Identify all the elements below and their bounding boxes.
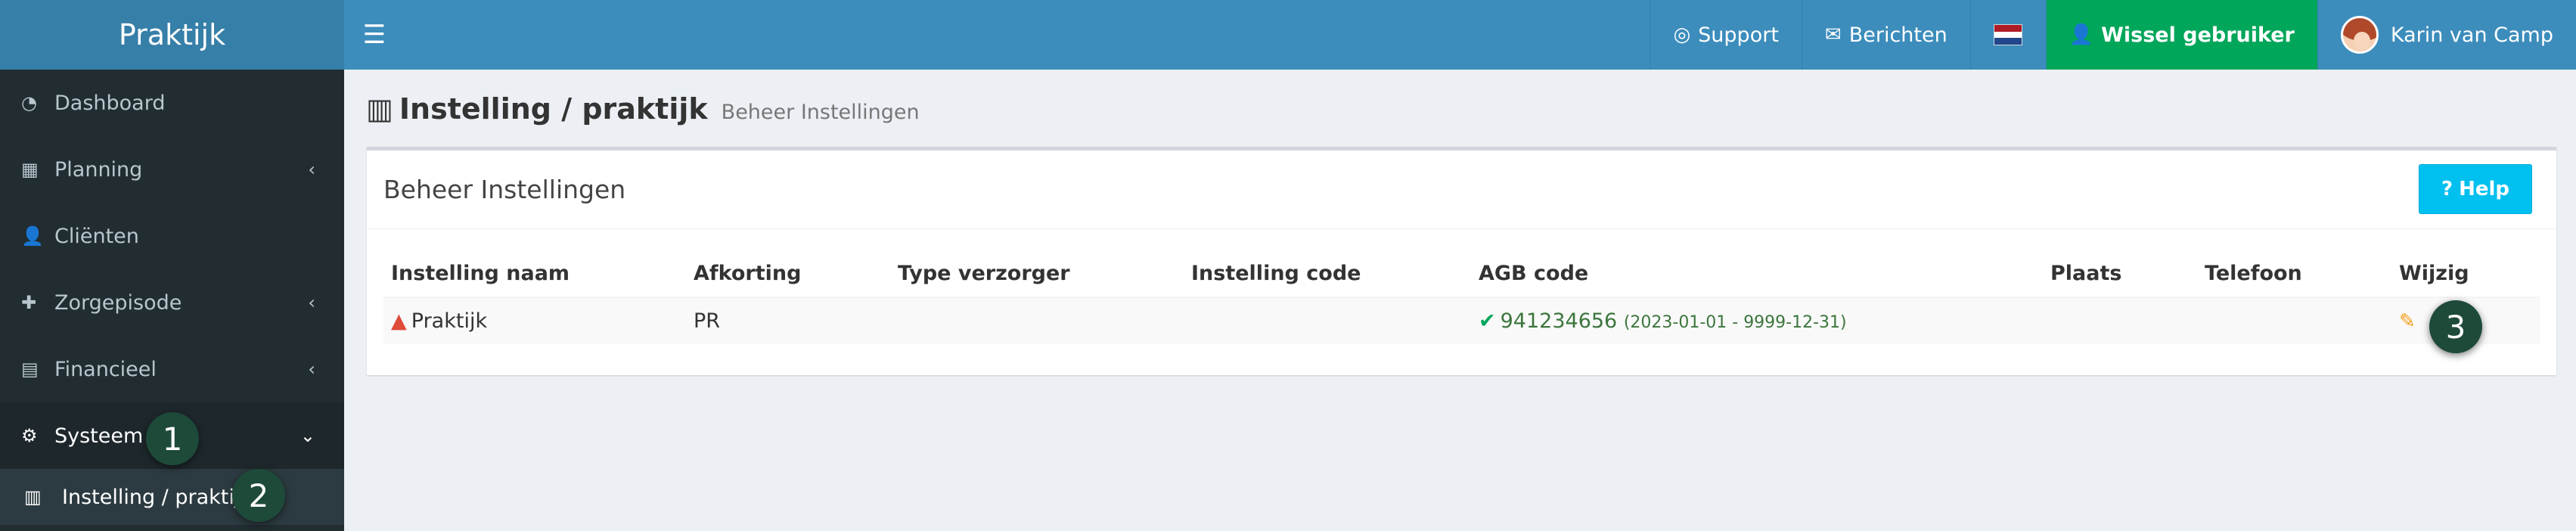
cell-agb: ✔ 941234656 (2023-01-01 - 9999-12-31) xyxy=(1471,297,2043,344)
chevron-down-icon: ⌄ xyxy=(299,425,315,446)
table-header-row: Instelling naam Afkorting Type verzorger… xyxy=(383,250,2540,298)
lifebuoy-icon: ◎ xyxy=(1673,23,1691,46)
column-header: Instelling naam xyxy=(383,250,686,298)
table-row: ▲ Praktijk PR ✔ 941234656 (2023-01-01 - 99… xyxy=(383,297,2540,344)
column-header: Telefoon xyxy=(2197,250,2391,298)
warning-icon: ▲ xyxy=(391,309,407,333)
chevron-left-icon: ‹ xyxy=(308,159,315,180)
question-circle-icon: ? xyxy=(2441,178,2453,200)
top-navbar: ☰ ◎ Support ✉ Berichten 👤 Wissel gebruik… xyxy=(344,0,2576,70)
step-badge-3: 3 xyxy=(2429,300,2482,353)
agb-validity-range: (2023-01-01 - 9999-12-31) xyxy=(1623,313,1847,332)
switch-user-button[interactable]: 👤 Wissel gebruiker xyxy=(2045,0,2317,70)
building-icon: ▥ xyxy=(24,486,42,508)
user-name: Karin van Camp xyxy=(2390,23,2553,47)
sidebar-item-label: Financieel xyxy=(54,357,157,381)
column-header: Wijzig xyxy=(2391,250,2540,298)
sidebar-item-zorgepisode[interactable]: ✚ Zorgepisode ‹ xyxy=(0,269,344,336)
box-header: Beheer Instellingen ? Help xyxy=(367,151,2556,229)
step-badge-2: 2 xyxy=(232,469,285,522)
sidebar-toggle-icon[interactable]: ☰ xyxy=(344,0,405,70)
topnav-right: ◎ Support ✉ Berichten 👤 Wissel gebruiker… xyxy=(1650,0,2576,70)
institution-name: Praktijk xyxy=(411,309,488,333)
netherlands-flag-icon xyxy=(1994,24,2023,45)
agb-code: 941234656 xyxy=(1500,309,1618,333)
messages-label: Berichten xyxy=(1848,23,1948,47)
book-icon: ▤ xyxy=(21,359,39,380)
user-icon: 👤 xyxy=(21,225,44,247)
support-label: Support xyxy=(1698,23,1779,47)
step-badge-1: 1 xyxy=(146,412,199,465)
cell-phone xyxy=(2197,297,2391,344)
chevron-left-icon: ‹ xyxy=(308,359,315,380)
column-header: Plaats xyxy=(2043,250,2197,298)
support-link[interactable]: ◎ Support xyxy=(1650,0,1801,70)
column-header: AGB code xyxy=(1471,250,2043,298)
user-menu[interactable]: Karin van Camp xyxy=(2317,0,2576,70)
institutions-table: Instelling naam Afkorting Type verzorger… xyxy=(383,250,2540,344)
cell-place xyxy=(2043,297,2197,344)
calendar-icon: ▦ xyxy=(21,159,39,180)
sidebar-item-label: Zorgepisode xyxy=(54,290,182,315)
sidebar-item-label: Dashboard xyxy=(54,91,166,115)
sidebar-item-dashboard[interactable]: ◔ Dashboard xyxy=(0,70,344,136)
box-title: Beheer Instellingen xyxy=(383,175,626,204)
medkit-icon: ✚ xyxy=(21,292,37,313)
pencil-icon[interactable]: ✎ xyxy=(2399,310,2416,333)
help-label: Help xyxy=(2459,178,2509,200)
sidebar-subitem-instelling[interactable]: ▥ Instelling / praktijk xyxy=(0,469,344,525)
check-circle-icon: ✔ xyxy=(1479,309,1496,333)
column-header: Afkorting xyxy=(686,250,890,298)
content-header: ▥ Instelling / praktijk Beheer Instellin… xyxy=(366,92,920,126)
settings-box: Beheer Instellingen ? Help Instelling na… xyxy=(367,147,2556,375)
column-header: Instelling code xyxy=(1184,250,1471,298)
cell-name: ▲ Praktijk xyxy=(383,297,686,344)
sidebar-item-planning[interactable]: ▦ Planning ‹ xyxy=(0,136,344,203)
building-icon: ▥ xyxy=(366,92,393,126)
sidebar-item-label: Systeem xyxy=(54,424,144,448)
dashboard-icon: ◔ xyxy=(21,92,37,113)
messages-link[interactable]: ✉ Berichten xyxy=(1801,0,1970,70)
cell-abbreviation: PR xyxy=(686,297,890,344)
envelope-icon: ✉ xyxy=(1824,23,1842,46)
sidebar-subitem-label: Instelling / praktijk xyxy=(62,485,253,509)
cogs-icon: ⚙ xyxy=(21,425,38,446)
sidebar-item-financieel[interactable]: ▤ Financieel ‹ xyxy=(0,336,344,402)
sidebar-item-label: Cliënten xyxy=(54,224,139,248)
avatar xyxy=(2340,16,2379,54)
help-button[interactable]: ? Help xyxy=(2419,164,2532,214)
app-logo[interactable]: Praktijk xyxy=(0,0,344,70)
column-header: Type verzorger xyxy=(890,250,1184,298)
page-title: Instelling / praktijk xyxy=(399,92,708,126)
sidebar-item-clients[interactable]: 👤 Cliënten xyxy=(0,203,344,269)
user-secret-icon: 👤 xyxy=(2069,23,2094,46)
language-selector[interactable] xyxy=(1969,0,2046,70)
sidebar-item-label: Planning xyxy=(54,157,143,182)
switch-user-label: Wissel gebruiker xyxy=(2101,23,2295,47)
page-subtitle: Beheer Instellingen xyxy=(721,101,920,124)
cell-code xyxy=(1184,297,1471,344)
chevron-left-icon: ‹ xyxy=(308,292,315,313)
cell-type xyxy=(890,297,1184,344)
